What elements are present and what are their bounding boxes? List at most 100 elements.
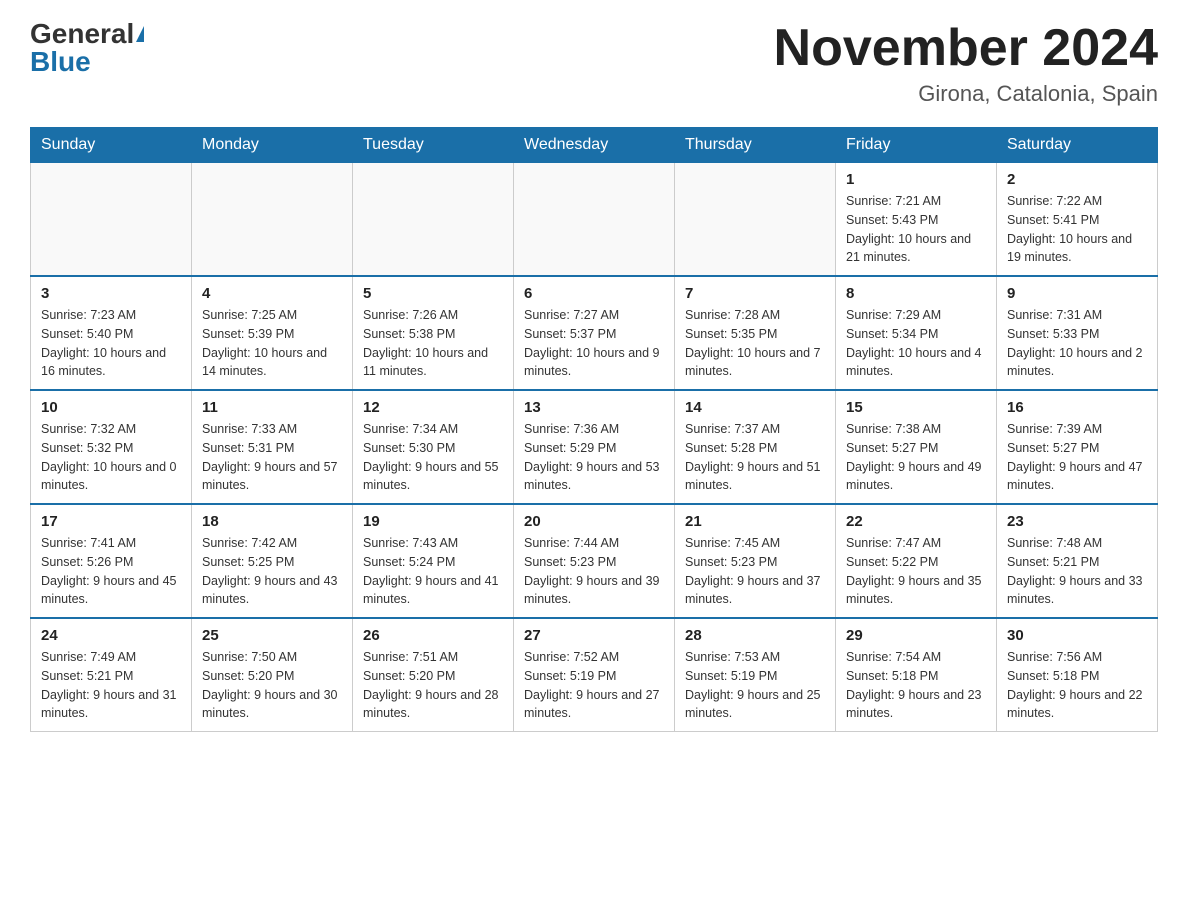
day-info: Sunrise: 7:53 AMSunset: 5:19 PMDaylight:… <box>685 648 825 723</box>
calendar-cell: 3 Sunrise: 7:23 AMSunset: 5:40 PMDaylight… <box>31 276 192 390</box>
calendar-cell: 5 Sunrise: 7:26 AMSunset: 5:38 PMDaylight… <box>353 276 514 390</box>
day-number: 14 <box>685 399 825 416</box>
calendar-cell: 30 Sunrise: 7:56 AMSunset: 5:18 PMDayligh… <box>997 618 1158 732</box>
day-number: 23 <box>1007 513 1147 530</box>
day-info: Sunrise: 7:37 AMSunset: 5:28 PMDaylight:… <box>685 420 825 495</box>
calendar-cell: 16 Sunrise: 7:39 AMSunset: 5:27 PMDayligh… <box>997 390 1158 504</box>
calendar-cell: 18 Sunrise: 7:42 AMSunset: 5:25 PMDayligh… <box>192 504 353 618</box>
calendar-cell: 10 Sunrise: 7:32 AMSunset: 5:32 PMDayligh… <box>31 390 192 504</box>
day-info: Sunrise: 7:26 AMSunset: 5:38 PMDaylight:… <box>363 306 503 381</box>
calendar-cell: 7 Sunrise: 7:28 AMSunset: 5:35 PMDaylight… <box>675 276 836 390</box>
day-number: 21 <box>685 513 825 530</box>
day-number: 9 <box>1007 285 1147 302</box>
day-info: Sunrise: 7:44 AMSunset: 5:23 PMDaylight:… <box>524 534 664 609</box>
day-number: 5 <box>363 285 503 302</box>
calendar-cell: 19Sunrise: 7:43 AMSunset: 5:24 PMDayligh… <box>353 504 514 618</box>
header-cell-sunday: Sunday <box>31 128 192 163</box>
calendar-cell <box>675 163 836 277</box>
day-number: 28 <box>685 627 825 644</box>
day-number: 20 <box>524 513 664 530</box>
day-info: Sunrise: 7:22 AMSunset: 5:41 PMDaylight:… <box>1007 192 1147 267</box>
day-number: 15 <box>846 399 986 416</box>
calendar-cell: 1 Sunrise: 7:21 AMSunset: 5:43 PMDaylight… <box>836 163 997 277</box>
day-number: 4 <box>202 285 342 302</box>
day-number: 24 <box>41 627 181 644</box>
day-info: Sunrise: 7:21 AMSunset: 5:43 PMDaylight:… <box>846 192 986 267</box>
day-info: Sunrise: 7:29 AMSunset: 5:34 PMDaylight:… <box>846 306 986 381</box>
header-cell-saturday: Saturday <box>997 128 1158 163</box>
day-number: 1 <box>846 171 986 188</box>
day-number: 26 <box>363 627 503 644</box>
day-info: Sunrise: 7:42 AMSunset: 5:25 PMDaylight:… <box>202 534 342 609</box>
calendar-table: SundayMondayTuesdayWednesdayThursdayFrid… <box>30 127 1158 732</box>
day-info: Sunrise: 7:39 AMSunset: 5:27 PMDaylight:… <box>1007 420 1147 495</box>
day-info: Sunrise: 7:25 AMSunset: 5:39 PMDaylight:… <box>202 306 342 381</box>
day-info: Sunrise: 7:31 AMSunset: 5:33 PMDaylight:… <box>1007 306 1147 381</box>
calendar-body: 1 Sunrise: 7:21 AMSunset: 5:43 PMDaylight… <box>31 163 1158 732</box>
calendar-week-row: 3 Sunrise: 7:23 AMSunset: 5:40 PMDaylight… <box>31 276 1158 390</box>
location-text: Girona, Catalonia, Spain <box>774 81 1158 107</box>
logo-blue-text: Blue <box>30 48 91 76</box>
calendar-cell: 27 Sunrise: 7:52 AMSunset: 5:19 PMDayligh… <box>514 618 675 732</box>
day-number: 3 <box>41 285 181 302</box>
calendar-cell: 12Sunrise: 7:34 AMSunset: 5:30 PMDayligh… <box>353 390 514 504</box>
calendar-cell: 2Sunrise: 7:22 AMSunset: 5:41 PMDaylight… <box>997 163 1158 277</box>
calendar-cell: 26Sunrise: 7:51 AMSunset: 5:20 PMDayligh… <box>353 618 514 732</box>
logo-general-text: General <box>30 20 134 48</box>
day-info: Sunrise: 7:52 AMSunset: 5:19 PMDaylight:… <box>524 648 664 723</box>
day-info: Sunrise: 7:28 AMSunset: 5:35 PMDaylight:… <box>685 306 825 381</box>
day-info: Sunrise: 7:33 AMSunset: 5:31 PMDaylight:… <box>202 420 342 495</box>
calendar-cell: 29Sunrise: 7:54 AMSunset: 5:18 PMDayligh… <box>836 618 997 732</box>
day-info: Sunrise: 7:49 AMSunset: 5:21 PMDaylight:… <box>41 648 181 723</box>
calendar-cell: 24 Sunrise: 7:49 AMSunset: 5:21 PMDayligh… <box>31 618 192 732</box>
month-title: November 2024 <box>774 20 1158 77</box>
calendar-cell: 9 Sunrise: 7:31 AMSunset: 5:33 PMDaylight… <box>997 276 1158 390</box>
day-number: 16 <box>1007 399 1147 416</box>
header-cell-wednesday: Wednesday <box>514 128 675 163</box>
calendar-cell: 13Sunrise: 7:36 AMSunset: 5:29 PMDayligh… <box>514 390 675 504</box>
day-number: 8 <box>846 285 986 302</box>
calendar-cell: 22Sunrise: 7:47 AMSunset: 5:22 PMDayligh… <box>836 504 997 618</box>
calendar-cell: 20 Sunrise: 7:44 AMSunset: 5:23 PMDayligh… <box>514 504 675 618</box>
header-row: SundayMondayTuesdayWednesdayThursdayFrid… <box>31 128 1158 163</box>
day-number: 6 <box>524 285 664 302</box>
day-info: Sunrise: 7:32 AMSunset: 5:32 PMDaylight:… <box>41 420 181 495</box>
calendar-cell <box>192 163 353 277</box>
day-info: Sunrise: 7:34 AMSunset: 5:30 PMDaylight:… <box>363 420 503 495</box>
day-info: Sunrise: 7:41 AMSunset: 5:26 PMDaylight:… <box>41 534 181 609</box>
day-number: 27 <box>524 627 664 644</box>
day-number: 29 <box>846 627 986 644</box>
day-number: 25 <box>202 627 342 644</box>
day-info: Sunrise: 7:43 AMSunset: 5:24 PMDaylight:… <box>363 534 503 609</box>
header-cell-thursday: Thursday <box>675 128 836 163</box>
day-info: Sunrise: 7:23 AMSunset: 5:40 PMDaylight:… <box>41 306 181 381</box>
header-cell-tuesday: Tuesday <box>353 128 514 163</box>
calendar-header: SundayMondayTuesdayWednesdayThursdayFrid… <box>31 128 1158 163</box>
day-number: 18 <box>202 513 342 530</box>
calendar-cell: 6Sunrise: 7:27 AMSunset: 5:37 PMDaylight… <box>514 276 675 390</box>
calendar-cell <box>514 163 675 277</box>
day-number: 30 <box>1007 627 1147 644</box>
day-info: Sunrise: 7:56 AMSunset: 5:18 PMDaylight:… <box>1007 648 1147 723</box>
calendar-week-row: 1 Sunrise: 7:21 AMSunset: 5:43 PMDaylight… <box>31 163 1158 277</box>
calendar-week-row: 24 Sunrise: 7:49 AMSunset: 5:21 PMDayligh… <box>31 618 1158 732</box>
day-number: 10 <box>41 399 181 416</box>
day-number: 17 <box>41 513 181 530</box>
day-number: 7 <box>685 285 825 302</box>
day-number: 22 <box>846 513 986 530</box>
header-cell-monday: Monday <box>192 128 353 163</box>
calendar-cell: 25Sunrise: 7:50 AMSunset: 5:20 PMDayligh… <box>192 618 353 732</box>
calendar-week-row: 17 Sunrise: 7:41 AMSunset: 5:26 PMDayligh… <box>31 504 1158 618</box>
title-section: November 2024 Girona, Catalonia, Spain <box>774 20 1158 107</box>
calendar-cell: 23Sunrise: 7:48 AMSunset: 5:21 PMDayligh… <box>997 504 1158 618</box>
day-number: 11 <box>202 399 342 416</box>
day-info: Sunrise: 7:38 AMSunset: 5:27 PMDaylight:… <box>846 420 986 495</box>
calendar-cell: 11 Sunrise: 7:33 AMSunset: 5:31 PMDayligh… <box>192 390 353 504</box>
calendar-cell: 14 Sunrise: 7:37 AMSunset: 5:28 PMDayligh… <box>675 390 836 504</box>
calendar-cell <box>353 163 514 277</box>
page-header: General Blue November 2024 Girona, Catal… <box>30 20 1158 107</box>
calendar-cell: 8 Sunrise: 7:29 AMSunset: 5:34 PMDaylight… <box>836 276 997 390</box>
day-number: 13 <box>524 399 664 416</box>
calendar-cell: 21Sunrise: 7:45 AMSunset: 5:23 PMDayligh… <box>675 504 836 618</box>
header-cell-friday: Friday <box>836 128 997 163</box>
